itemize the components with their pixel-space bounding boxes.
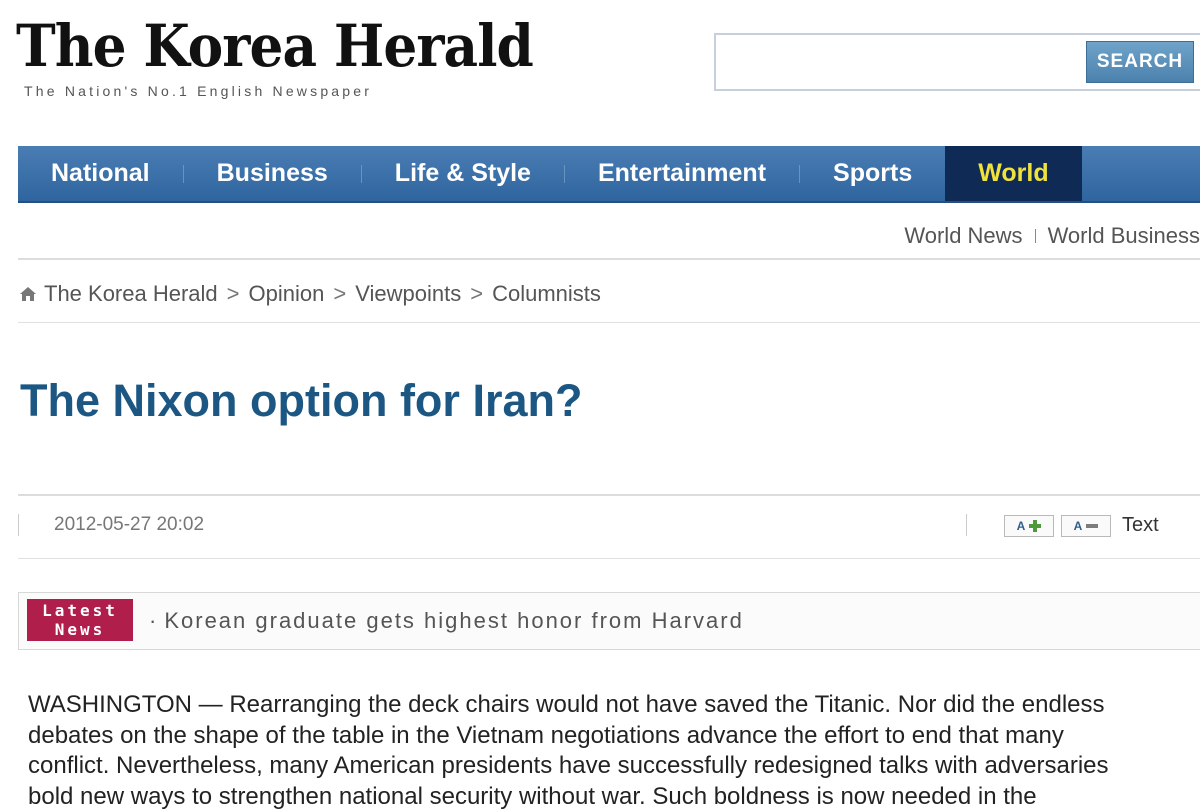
breadcrumb: The Korea Herald > Opinion > Viewpoints … [18, 281, 601, 307]
divider [18, 322, 1200, 323]
font-decrease-button[interactable]: A [1061, 515, 1111, 537]
divider [966, 514, 967, 536]
bullet-icon: · [149, 608, 158, 633]
article-body-line: WASHINGTON — Rearranging the deck chairs… [28, 690, 1200, 721]
nav-item-sports[interactable]: Sports [800, 146, 945, 201]
breadcrumb-item-home[interactable]: The Korea Herald [44, 281, 218, 307]
search-input[interactable] [722, 41, 1086, 83]
breadcrumb-separator: > [470, 281, 483, 307]
nav-item-business[interactable]: Business [184, 146, 361, 201]
latest-news-bar: Latest News ·Korean graduate gets highes… [18, 592, 1200, 650]
site-logo[interactable]: The Korea Herald [16, 10, 533, 82]
latest-badge-line1: Latest [27, 601, 133, 620]
plus-icon [1029, 520, 1041, 532]
article-body-line: bold new ways to strengthen national sec… [28, 782, 1200, 812]
search-bar: SEARCH [714, 33, 1200, 91]
nav-item-world[interactable]: World [945, 146, 1081, 201]
latest-news-headline[interactable]: ·Korean graduate gets highest honor from… [149, 608, 744, 634]
article-date: 2012-05-27 20:02 [54, 514, 204, 536]
subnav-item-world-business[interactable]: World Business [1048, 223, 1200, 249]
breadcrumb-item-opinion[interactable]: Opinion [249, 281, 325, 307]
sub-nav: World News World Business [904, 222, 1200, 250]
font-increase-label: A [1017, 519, 1026, 533]
subnav-item-world-news[interactable]: World News [904, 223, 1022, 249]
article-body-line: debates on the shape of the table in the… [28, 721, 1200, 752]
minus-icon [1086, 520, 1098, 532]
home-icon[interactable] [18, 284, 38, 304]
text-size-label: Text [1122, 514, 1159, 537]
latest-news-badge: Latest News [27, 599, 133, 641]
breadcrumb-item-viewpoints[interactable]: Viewpoints [355, 281, 461, 307]
latest-news-headline-text: Korean graduate gets highest honor from … [164, 608, 744, 633]
article-body-line: conflict. Nevertheless, many American pr… [28, 751, 1200, 782]
divider [18, 514, 19, 536]
breadcrumb-separator: > [333, 281, 346, 307]
nav-item-entertainment[interactable]: Entertainment [565, 146, 799, 201]
site-tagline: The Nation's No.1 English Newspaper [24, 83, 372, 99]
breadcrumb-separator: > [227, 281, 240, 307]
divider [18, 494, 1200, 496]
divider [18, 558, 1200, 559]
search-button[interactable]: SEARCH [1086, 41, 1194, 83]
breadcrumb-item-columnists[interactable]: Columnists [492, 281, 601, 307]
article-title: The Nixon option for Iran? [20, 375, 582, 427]
nav-item-life-style[interactable]: Life & Style [362, 146, 564, 201]
font-decrease-label: A [1074, 519, 1083, 533]
main-nav: National Business Life & Style Entertain… [18, 146, 1200, 203]
divider [18, 258, 1200, 260]
nav-item-national[interactable]: National [18, 146, 183, 201]
article-body: WASHINGTON — Rearranging the deck chairs… [28, 690, 1200, 812]
subnav-divider [1035, 229, 1036, 243]
font-increase-button[interactable]: A [1004, 515, 1054, 537]
latest-badge-line2: News [27, 620, 133, 639]
